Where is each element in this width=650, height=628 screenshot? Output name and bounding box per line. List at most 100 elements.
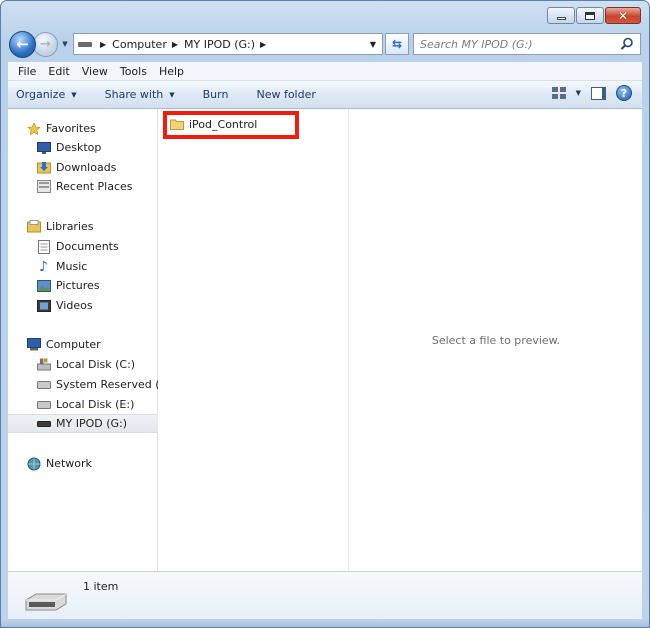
nav-network[interactable]: Network xyxy=(8,454,158,473)
minimize-icon xyxy=(556,17,566,20)
libraries-icon xyxy=(26,219,41,234)
hard-drive-icon xyxy=(36,377,51,392)
navigation-row: ← → ▼ ▶ Computer ▶ MY IPOD (G:) ▶ ▼ ⇆ xyxy=(9,29,641,59)
menu-help[interactable]: Help xyxy=(153,65,190,78)
caption-buttons: ✕ xyxy=(547,7,641,24)
menu-bar: File Edit View Tools Help xyxy=(8,62,642,81)
organize-label: Organize xyxy=(16,88,66,101)
refresh-button[interactable]: ⇆ xyxy=(385,33,409,55)
forward-arrow-icon: → xyxy=(40,36,51,52)
recent-places-icon xyxy=(36,179,51,194)
nav-label: Favorites xyxy=(46,122,96,135)
star-icon xyxy=(26,121,41,136)
back-button[interactable]: ← xyxy=(9,30,36,58)
maximize-icon xyxy=(585,11,595,20)
chevron-down-icon[interactable]: ▼ xyxy=(576,89,581,97)
nav-downloads[interactable]: Downloads xyxy=(8,158,158,177)
nav-favorites[interactable]: Favorites xyxy=(8,119,158,138)
breadcrumb-my-ipod[interactable]: MY IPOD (G:) xyxy=(184,38,255,51)
nav-desktop[interactable]: Desktop xyxy=(8,138,158,157)
explorer-window: ✕ ← → ▼ ▶ Computer ▶ MY IPOD (G:) ▶ ▼ ⇆ … xyxy=(0,0,650,628)
share-with-label: Share with xyxy=(104,88,164,101)
nav-recent-places[interactable]: Recent Places xyxy=(8,177,158,196)
nav-documents[interactable]: Documents xyxy=(8,237,158,256)
nav-label: Music xyxy=(56,260,88,273)
hard-drive-icon xyxy=(36,397,51,412)
back-arrow-icon: ← xyxy=(16,35,29,53)
breadcrumb-computer[interactable]: Computer xyxy=(112,38,167,51)
nav-label: Computer xyxy=(46,338,101,351)
search-box[interactable] xyxy=(413,33,641,55)
search-icon[interactable] xyxy=(620,37,634,51)
nav-pictures[interactable]: Pictures xyxy=(8,276,158,295)
computer-icon xyxy=(26,337,41,352)
windows-drive-icon xyxy=(36,357,51,372)
details-pane: 1 item xyxy=(8,571,642,621)
address-bar[interactable]: ▶ Computer ▶ MY IPOD (G:) ▶ ▼ xyxy=(73,33,383,55)
help-icon[interactable]: ? xyxy=(616,85,632,101)
nav-local-disk-e[interactable]: Local Disk (E:) xyxy=(8,395,158,414)
menu-file[interactable]: File xyxy=(12,65,42,78)
menu-view[interactable]: View xyxy=(76,65,114,78)
desktop-icon xyxy=(36,140,51,155)
search-input[interactable] xyxy=(420,37,610,51)
nav-label: Local Disk (C:) xyxy=(56,358,136,371)
maximize-button[interactable] xyxy=(576,7,604,24)
nav-label: Videos xyxy=(56,299,93,312)
organize-button[interactable]: Organize ▼ xyxy=(16,88,77,101)
command-bar: Organize ▼ Share with ▼ Burn New folder … xyxy=(8,81,642,109)
chevron-right-icon[interactable]: ▶ xyxy=(100,40,106,49)
burn-label: Burn xyxy=(202,88,229,101)
nav-label: Local Disk (E:) xyxy=(56,398,135,411)
nav-label: Desktop xyxy=(56,141,102,154)
nav-label: MY IPOD (G:) xyxy=(56,417,128,430)
navigation-pane: Favorites Desktop Downloads Recent Place… xyxy=(8,109,158,571)
preview-pane: Select a file to preview. xyxy=(350,109,642,571)
preview-pane-icon[interactable] xyxy=(591,86,606,100)
preview-message: Select a file to preview. xyxy=(431,333,561,347)
nav-videos[interactable]: Videos xyxy=(8,296,158,315)
nav-label: Documents xyxy=(56,240,119,253)
refresh-icon: ⇆ xyxy=(391,37,403,51)
share-with-button[interactable]: Share with ▼ xyxy=(105,88,175,101)
new-folder-button[interactable]: New folder xyxy=(256,88,315,101)
downloads-folder-icon xyxy=(36,160,51,175)
music-note-icon: ♪ xyxy=(39,258,48,275)
window-bottom-edge xyxy=(1,619,649,627)
close-icon: ✕ xyxy=(617,8,629,23)
nav-computer[interactable]: Computer xyxy=(8,335,158,354)
nav-label: System Reserved (D: xyxy=(56,378,158,391)
chevron-right-icon[interactable]: ▶ xyxy=(260,40,266,49)
nav-label: Pictures xyxy=(56,279,100,292)
nav-label: Downloads xyxy=(56,161,117,174)
file-list: iPod_Control xyxy=(159,109,349,571)
videos-icon xyxy=(36,298,51,313)
nav-label: Network xyxy=(46,457,92,470)
new-folder-label: New folder xyxy=(256,88,316,101)
network-icon xyxy=(26,456,41,471)
menu-edit[interactable]: Edit xyxy=(42,65,75,78)
usb-drive-icon xyxy=(25,593,67,611)
nav-libraries[interactable]: Libraries xyxy=(8,217,158,236)
change-view-icon[interactable] xyxy=(551,87,566,99)
chevron-right-icon[interactable]: ▶ xyxy=(172,40,178,49)
highlight-annotation xyxy=(163,111,299,139)
removable-drive-icon xyxy=(36,416,51,431)
nav-system-reserved[interactable]: System Reserved (D: xyxy=(8,375,158,394)
nav-music[interactable]: ♪ Music xyxy=(8,257,158,276)
close-button[interactable]: ✕ xyxy=(605,7,641,24)
recent-pages-dropdown[interactable]: ▼ xyxy=(59,40,71,48)
chevron-down-icon: ▼ xyxy=(169,90,175,99)
minimize-button[interactable] xyxy=(547,7,575,24)
menu-tools[interactable]: Tools xyxy=(114,65,153,78)
item-count: 1 item xyxy=(83,580,119,593)
forward-button[interactable]: → xyxy=(33,31,58,57)
content-area: Favorites Desktop Downloads Recent Place… xyxy=(8,109,642,571)
nav-local-disk-c[interactable]: Local Disk (C:) xyxy=(8,355,158,374)
nav-label: Libraries xyxy=(46,220,94,233)
address-dropdown-icon[interactable]: ▼ xyxy=(366,36,380,52)
chevron-down-icon: ▼ xyxy=(71,90,77,99)
nav-my-ipod[interactable]: MY IPOD (G:) xyxy=(8,414,158,433)
burn-button[interactable]: Burn xyxy=(203,88,229,101)
view-controls: ▼ ? xyxy=(551,85,632,101)
